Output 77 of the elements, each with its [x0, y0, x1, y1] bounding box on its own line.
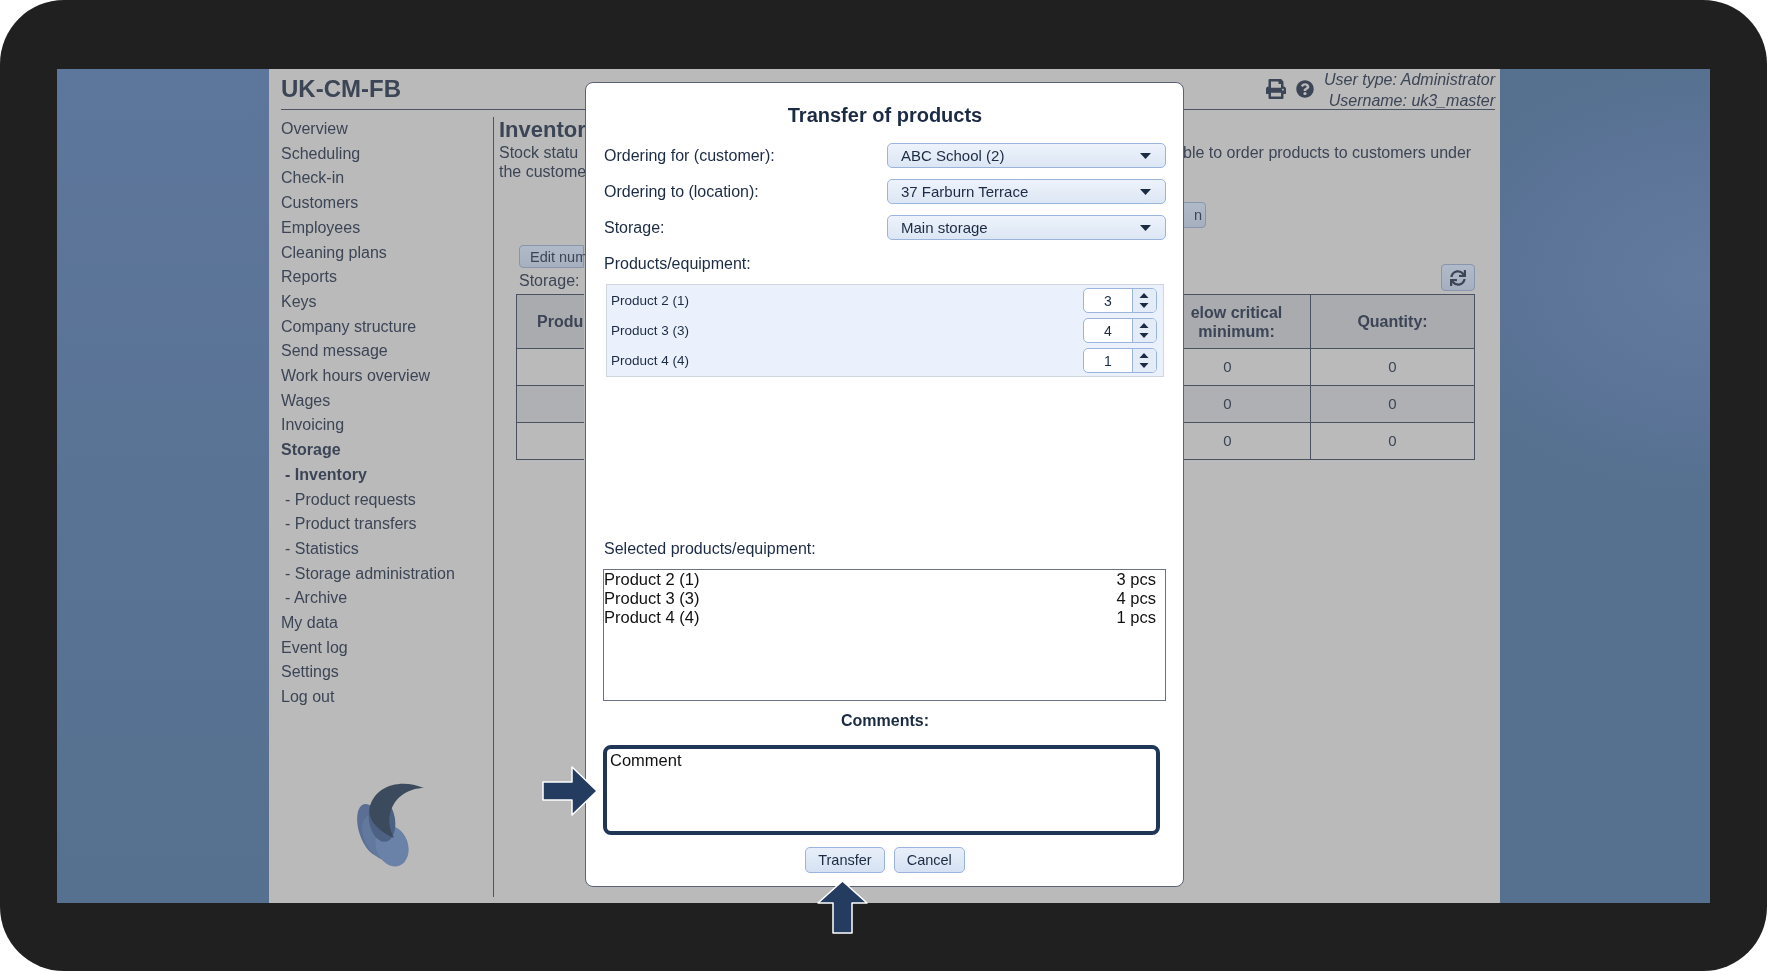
quantity-field[interactable]: 4: [1083, 318, 1157, 343]
stepper-icon[interactable]: [1132, 349, 1156, 372]
nav-link[interactable]: Company structure: [281, 314, 417, 340]
action-button[interactable]: n: [1183, 202, 1206, 228]
table-cell: 0: [1223, 395, 1232, 413]
app-title: UK-CM-FB: [281, 75, 401, 103]
column-header: Quantity:: [1357, 312, 1428, 331]
dialog-title: Transfer of products: [787, 103, 983, 127]
nav-link[interactable]: - Product transfers: [285, 512, 417, 537]
selected-product-name: Product 3 (3): [604, 589, 700, 608]
page-title: Inventor: [499, 117, 586, 143]
description-text: Stock statu: [499, 143, 579, 162]
nav-link[interactable]: Check-in: [281, 166, 345, 192]
nav-link[interactable]: - Archive: [285, 586, 348, 612]
field-label: Storage:: [604, 218, 666, 237]
selected-product-name: Product 4 (4): [604, 608, 700, 627]
quantity-field[interactable]: 3: [1083, 288, 1157, 313]
user-type-text: User type: Administrator: [1324, 70, 1495, 90]
column-header: Produ: [537, 312, 584, 331]
field-label: Ordering to (location):: [604, 182, 760, 201]
caret-icon: [1140, 152, 1151, 159]
caret-icon: [1140, 224, 1151, 231]
nav-link[interactable]: Event log: [281, 635, 348, 661]
comment-field[interactable]: Comment: [603, 745, 1160, 835]
nav-link[interactable]: - Product requests: [285, 487, 416, 513]
refresh-button[interactable]: [1441, 264, 1475, 291]
nav-link[interactable]: My data: [281, 611, 338, 636]
selected-product-quantity: 3 pcs: [1116, 570, 1156, 589]
nav-link[interactable]: Employees: [281, 215, 361, 241]
username-text: Username: uk3_master: [1328, 91, 1495, 111]
field-label: Selected products/equipment:: [604, 539, 816, 558]
description-text: ble to order products to customers under: [1183, 143, 1472, 162]
field-label: Products/equipment:: [604, 254, 751, 273]
nav-link[interactable]: Send message: [281, 339, 388, 365]
comments-label: Comments:: [841, 711, 929, 730]
selected-product-quantity: 1 pcs: [1116, 608, 1156, 627]
selected-product-name: Product 2 (1): [604, 570, 700, 589]
dropdown-select[interactable]: 37 Farburn Terrace: [887, 179, 1166, 204]
nav-link[interactable]: Keys: [281, 289, 317, 315]
table-cell: 0: [1388, 395, 1397, 413]
product-label: Product 4 (4): [611, 353, 690, 368]
stepper-icon[interactable]: [1132, 319, 1156, 342]
help-icon[interactable]: [1296, 80, 1314, 98]
nav-link[interactable]: - Storage administration: [285, 561, 455, 587]
stepper-icon[interactable]: [1132, 289, 1156, 312]
selected-product-quantity: 4 pcs: [1116, 589, 1156, 608]
nav-link[interactable]: - Inventory: [285, 462, 367, 488]
product-label: Product 3 (3): [611, 323, 690, 338]
nav-link[interactable]: Scheduling: [281, 141, 361, 167]
transfer-button[interactable]: Transfer: [805, 847, 885, 873]
nav-link[interactable]: Work hours overview: [281, 364, 431, 389]
caret-icon: [1140, 188, 1151, 195]
nav-link[interactable]: - Statistics: [285, 536, 359, 562]
print-icon[interactable]: [1266, 79, 1286, 99]
nav-link[interactable]: Storage: [281, 438, 341, 463]
table-cell: 0: [1388, 358, 1397, 376]
product-label: Product 2 (1): [611, 293, 690, 308]
nav-link[interactable]: Reports: [281, 265, 338, 290]
nav-link[interactable]: Overview: [281, 117, 348, 142]
field-label: Ordering for (customer):: [604, 146, 776, 165]
quantity-field[interactable]: 1: [1083, 348, 1157, 373]
dropdown-select[interactable]: ABC School (2): [887, 143, 1166, 168]
refresh-icon: [1450, 269, 1466, 286]
cancel-button[interactable]: Cancel: [893, 847, 965, 873]
description-text: the custome: [499, 162, 587, 181]
table-cell: 0: [1223, 432, 1232, 450]
nav-link[interactable]: Cleaning plans: [281, 240, 387, 266]
column-header: elow critical minimum:: [1189, 302, 1284, 341]
table-cell: 0: [1388, 432, 1397, 450]
nav-link[interactable]: Log out: [281, 685, 335, 710]
nav-link[interactable]: Settings: [281, 660, 339, 686]
table-cell: 0: [1223, 358, 1232, 376]
storage-label: Storage:: [519, 271, 580, 290]
nav-link[interactable]: Wages: [281, 388, 331, 414]
nav-link[interactable]: Invoicing: [281, 413, 345, 439]
nav-link[interactable]: Customers: [281, 191, 359, 216]
dropdown-select[interactable]: Main storage: [887, 215, 1166, 240]
